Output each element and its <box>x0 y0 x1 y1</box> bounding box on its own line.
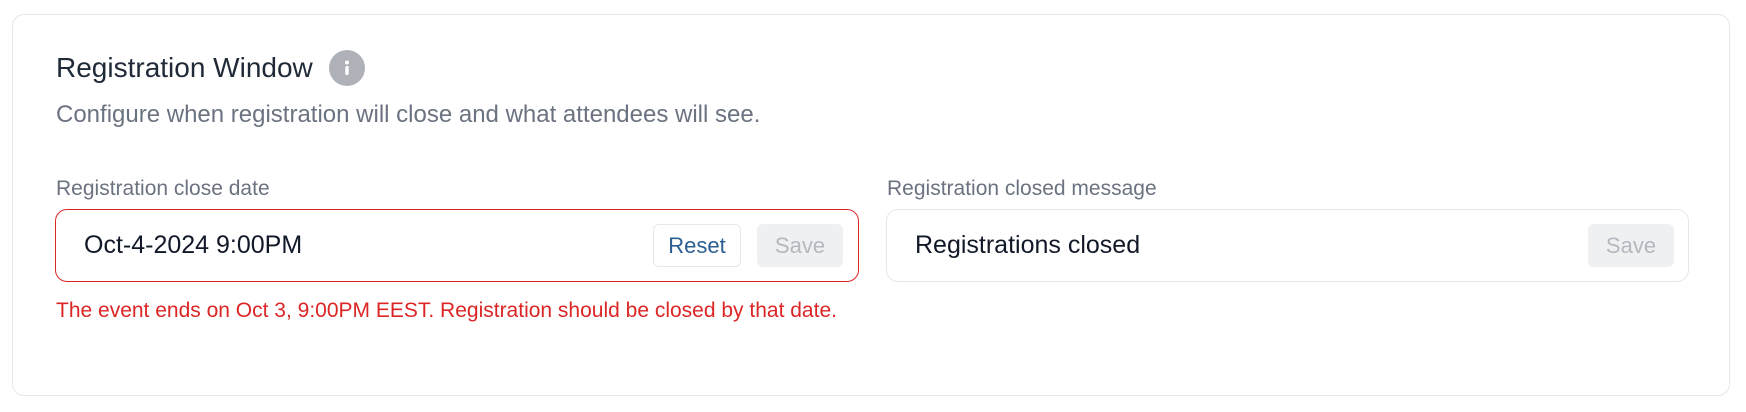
closed-message-input[interactable]: Registrations closed <box>915 210 1140 281</box>
info-glyph-icon <box>344 60 349 75</box>
info-icon[interactable] <box>328 50 365 86</box>
section-title: Registration Window <box>56 52 313 83</box>
closed-message-field[interactable]: Registrations closed Save <box>886 209 1689 282</box>
close-date-save-button[interactable]: Save <box>757 224 843 267</box>
close-date-input[interactable]: Oct-4-2024 9:00PM <box>84 210 302 281</box>
close-date-error-message: The event ends on Oct 3, 9:00PM EEST. Re… <box>56 299 837 322</box>
section-description: Configure when registration will close a… <box>56 101 761 128</box>
closed-message-label: Registration closed message <box>887 177 1157 200</box>
close-date-label: Registration close date <box>56 177 270 200</box>
closed-message-save-button[interactable]: Save <box>1588 224 1674 267</box>
section-header: Registration Window <box>56 46 365 90</box>
reset-button[interactable]: Reset <box>653 224 741 267</box>
close-date-field[interactable]: Oct-4-2024 9:00PM Reset Save <box>55 209 859 282</box>
